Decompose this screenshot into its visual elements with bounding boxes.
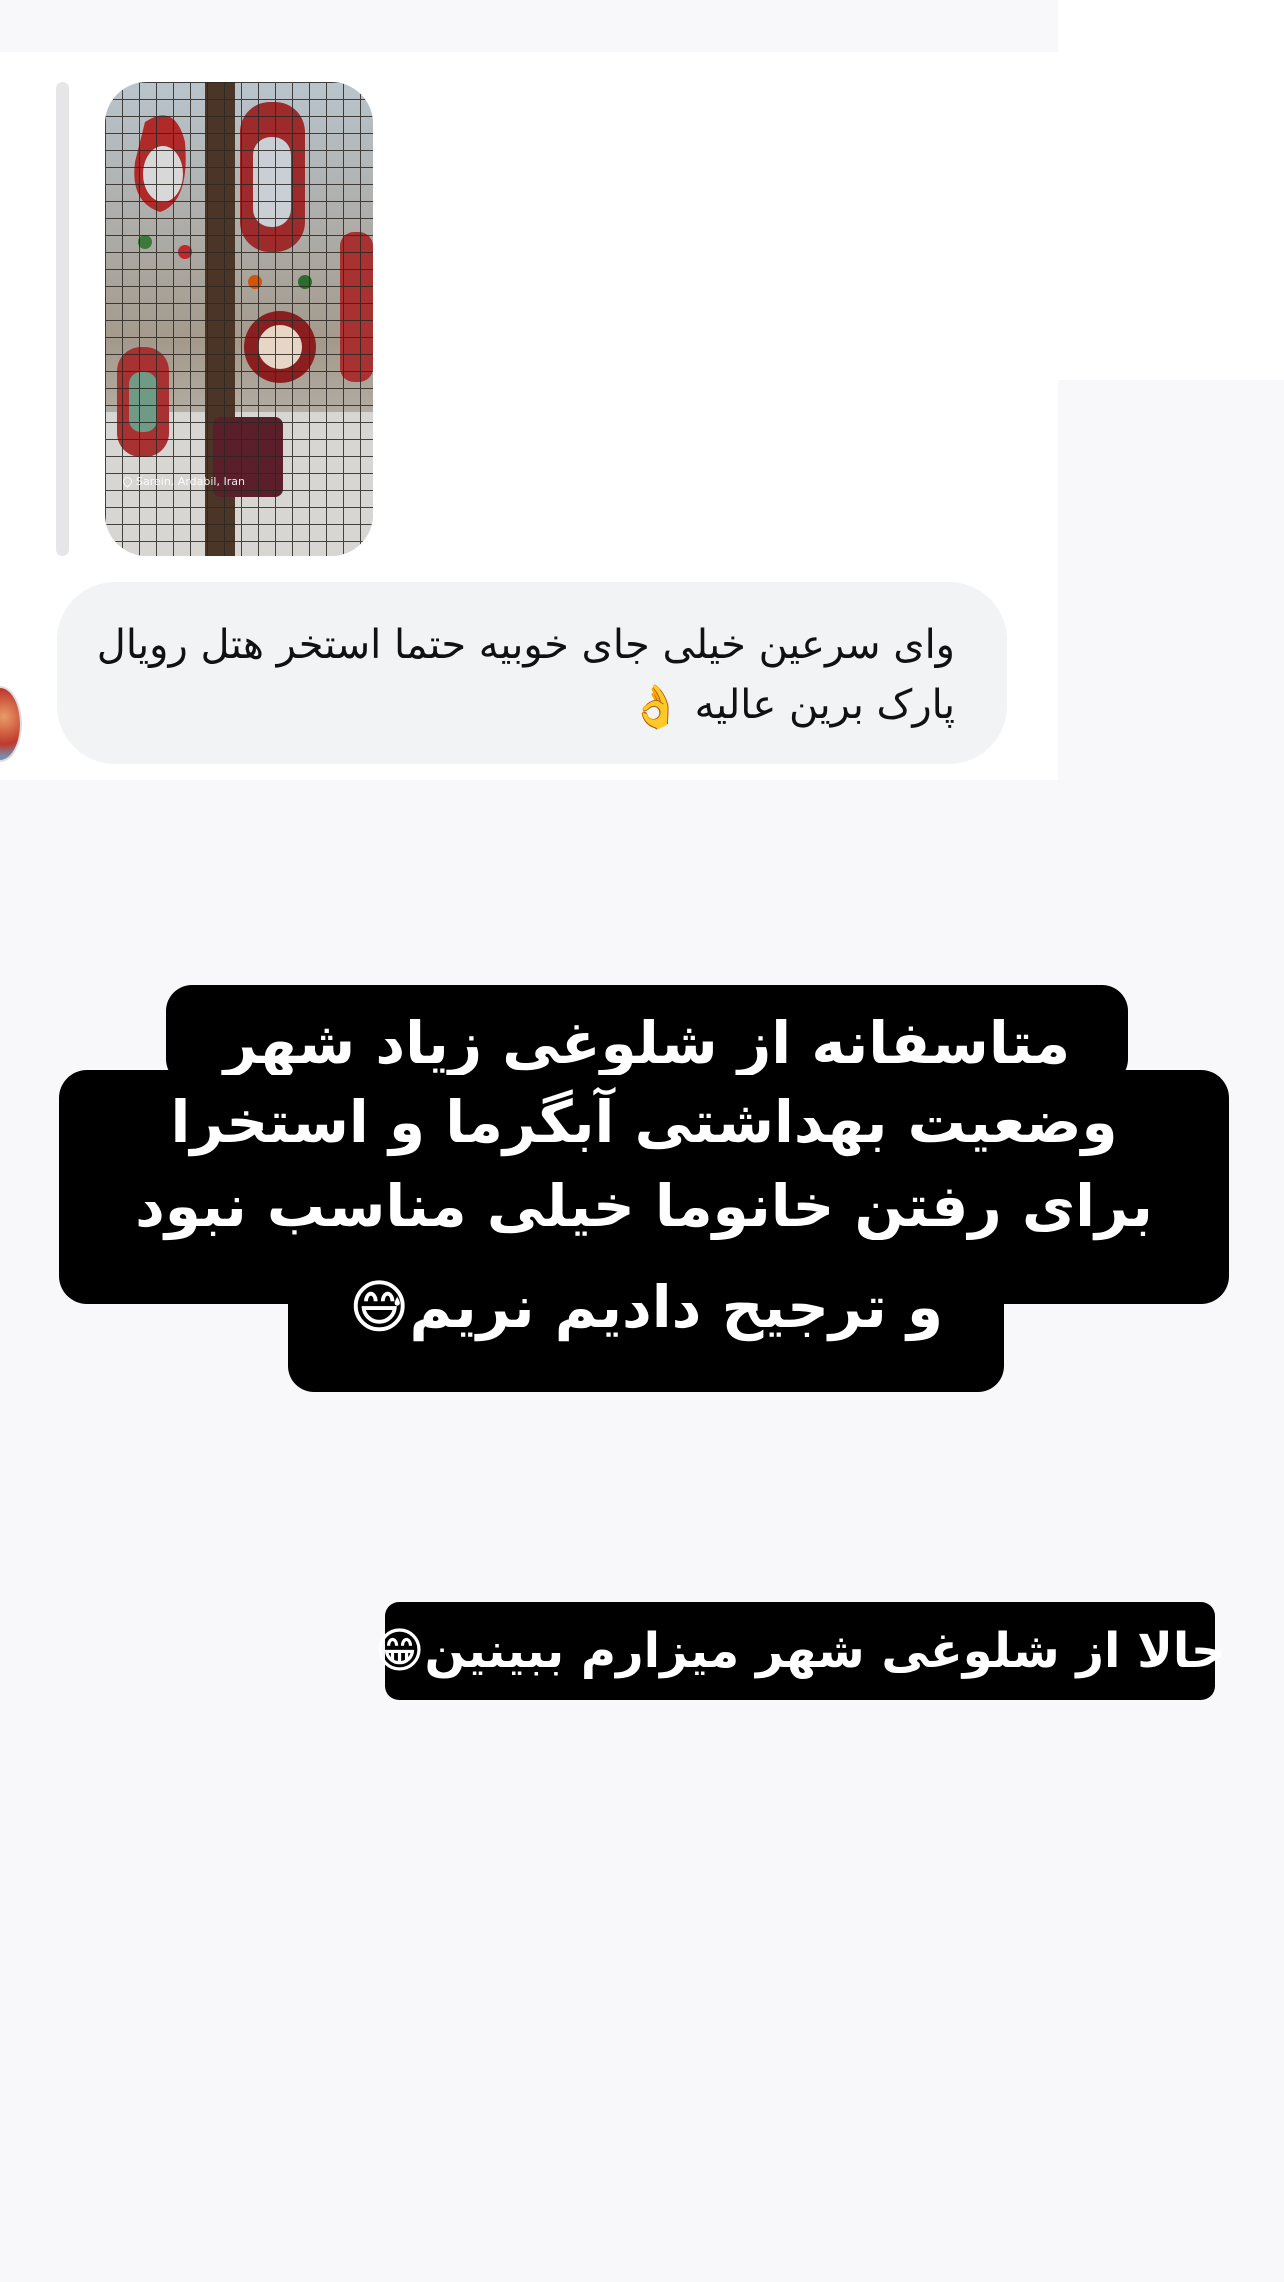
caption-line-2: وضعیت بهداشتی آبگرما و استخرا <box>59 1075 1229 1169</box>
caption-line-4: و ترجیح دادیم نریم😅 <box>288 1240 1004 1392</box>
message-text: وای سرعین خیلی جای خوبیه حتما استخر هتل … <box>96 622 955 728</box>
message-bubble[interactable]: وای سرعین خیلی جای خوبیه حتما استخر هتل … <box>57 582 1007 764</box>
card-edge <box>1058 0 1284 380</box>
location-tag: Sarein, Ardabil, Iran <box>121 475 245 488</box>
caption-secondary: حالا از شلوغی شهر میزارم ببینین😁 <box>374 1602 1226 1700</box>
quote-bar <box>56 82 69 556</box>
story-thumbnail[interactable]: Sarein, Ardabil, Iran <box>105 82 373 556</box>
caption-line-1: متاسفانه از شلوغی زیاد شهر <box>166 985 1128 1085</box>
location-text: Sarein, Ardabil, Iran <box>136 475 245 488</box>
location-pin-icon <box>121 475 134 488</box>
ok-hand-icon: 👌 <box>629 682 682 731</box>
caption-line-3: برای رفتن خانوما خیلی مناسب نبود <box>59 1159 1229 1253</box>
